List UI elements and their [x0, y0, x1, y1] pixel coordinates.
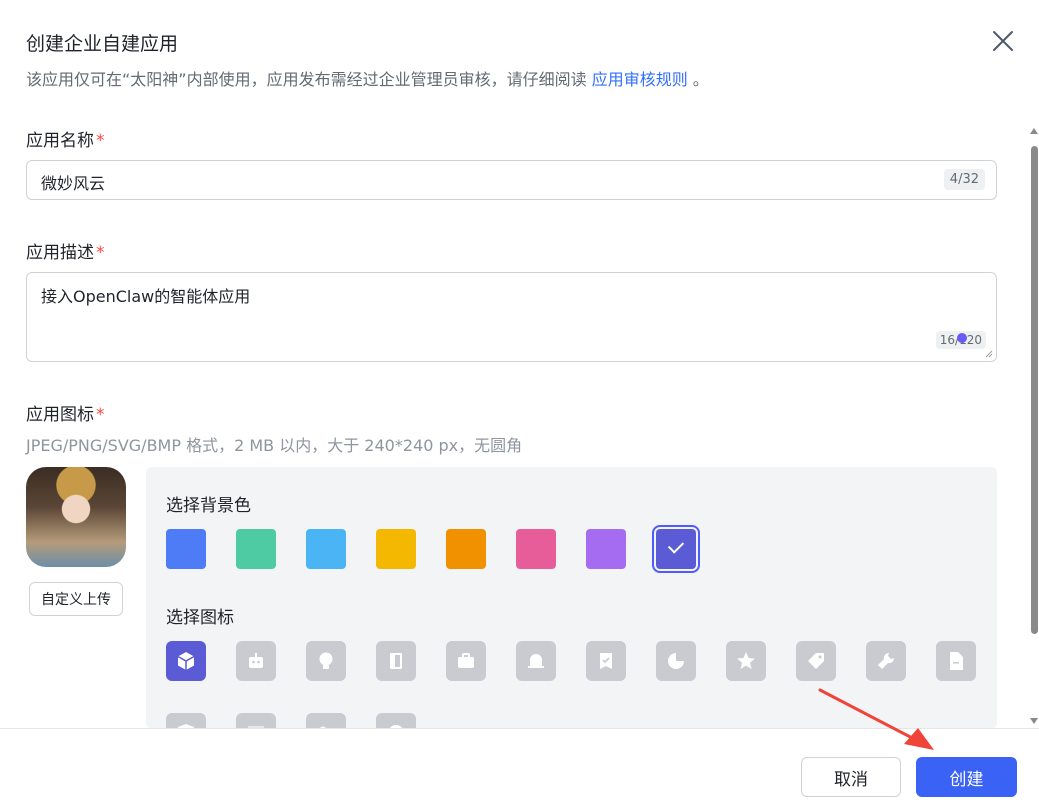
bg-color-swatch[interactable] [446, 529, 486, 569]
app-name-label-text: 应用名称 [26, 131, 94, 151]
create-button[interactable]: 创建 [916, 757, 1017, 797]
briefcase-icon [458, 653, 474, 668]
scrollbar[interactable] [1030, 128, 1039, 724]
app-description-label: 应用描述 * [26, 238, 105, 263]
bg-color-swatch[interactable] [306, 529, 346, 569]
icon-option[interactable] [376, 641, 416, 681]
bg-color-swatch[interactable] [376, 529, 416, 569]
bg-color-swatch[interactable] [166, 529, 206, 569]
dialog-title: 创建企业自建应用 [26, 33, 179, 55]
close-icon[interactable] [990, 28, 1016, 54]
resize-handle-icon[interactable] [984, 349, 993, 358]
app-description-value: 接入OpenClaw的智能体应用 [41, 287, 251, 306]
scroll-down-arrow-icon[interactable] [1030, 718, 1038, 724]
certificate-icon [600, 653, 612, 669]
bg-color-section-label: 选择背景色 [166, 496, 251, 516]
pie-chart-icon [668, 653, 684, 669]
app-icon-label: 应用图标 * [26, 400, 105, 425]
app-description-label-text: 应用描述 [26, 243, 94, 263]
star-icon [737, 652, 755, 669]
app-name-label: 应用名称 * [26, 126, 105, 151]
icon-option[interactable] [306, 713, 346, 729]
icon-option[interactable] [866, 641, 906, 681]
bg-color-swatch[interactable] [516, 529, 556, 569]
bg-color-swatch[interactable] [586, 529, 626, 569]
icon-option[interactable] [796, 641, 836, 681]
tag-icon [808, 653, 824, 669]
lightbulb-icon [319, 652, 333, 669]
cancel-button[interactable]: 取消 [801, 757, 901, 797]
app-icon-hint: JPEG/PNG/SVG/BMP 格式，2 MB 以内，大于 240*240 p… [26, 436, 523, 455]
robot-icon [249, 653, 263, 668]
custom-upload-button[interactable]: 自定义上传 [29, 582, 123, 616]
scroll-thumb[interactable] [1031, 146, 1038, 634]
footer-divider [0, 728, 1039, 729]
required-mark: * [96, 243, 105, 263]
bg-color-swatch[interactable] [236, 529, 276, 569]
bell-icon [528, 654, 544, 668]
required-mark: * [96, 405, 105, 425]
subtitle-text: 该应用仅可在“太阳神”内部使用，应用发布需经过企业管理员审核，请仔细阅读 [26, 70, 587, 89]
app-description-textarea[interactable]: 接入OpenClaw的智能体应用 16/120 [26, 272, 997, 362]
bg-color-swatch[interactable] [652, 525, 700, 573]
wrench-icon [878, 652, 895, 669]
icon-option[interactable] [656, 641, 696, 681]
app-name-input[interactable]: 微妙风云 4/32 [26, 160, 997, 200]
icon-option[interactable] [236, 713, 276, 729]
required-mark: * [96, 131, 105, 151]
icon-option[interactable] [446, 641, 486, 681]
scroll-up-arrow-icon[interactable] [1030, 128, 1038, 134]
dialog-subtitle: 该应用仅可在“太阳神”内部使用，应用发布需经过企业管理员审核，请仔细阅读 应用审… [26, 66, 709, 90]
icon-option[interactable] [516, 641, 556, 681]
cursor-dot [957, 333, 967, 343]
icon-section-label: 选择图标 [166, 608, 234, 628]
icon-picker-panel: 选择背景色 选择图标 [146, 467, 997, 729]
icon-option[interactable] [306, 641, 346, 681]
icon-option[interactable] [376, 713, 416, 729]
icon-option[interactable] [586, 641, 626, 681]
review-rules-link[interactable]: 应用审核规则 [592, 70, 688, 89]
app-name-counter: 4/32 [943, 169, 985, 190]
app-icon-preview [26, 467, 126, 567]
icon-option[interactable] [166, 641, 206, 681]
app-name-value: 微妙风云 [41, 174, 106, 193]
icon-option[interactable] [936, 641, 976, 681]
document-icon [950, 652, 963, 670]
icon-option[interactable] [166, 713, 206, 729]
icon-option[interactable] [726, 641, 766, 681]
cube-icon [177, 652, 195, 670]
door-icon [390, 653, 402, 669]
icon-option[interactable] [236, 641, 276, 681]
subtitle-end: 。 [692, 70, 709, 89]
app-icon-label-text: 应用图标 [26, 405, 94, 425]
